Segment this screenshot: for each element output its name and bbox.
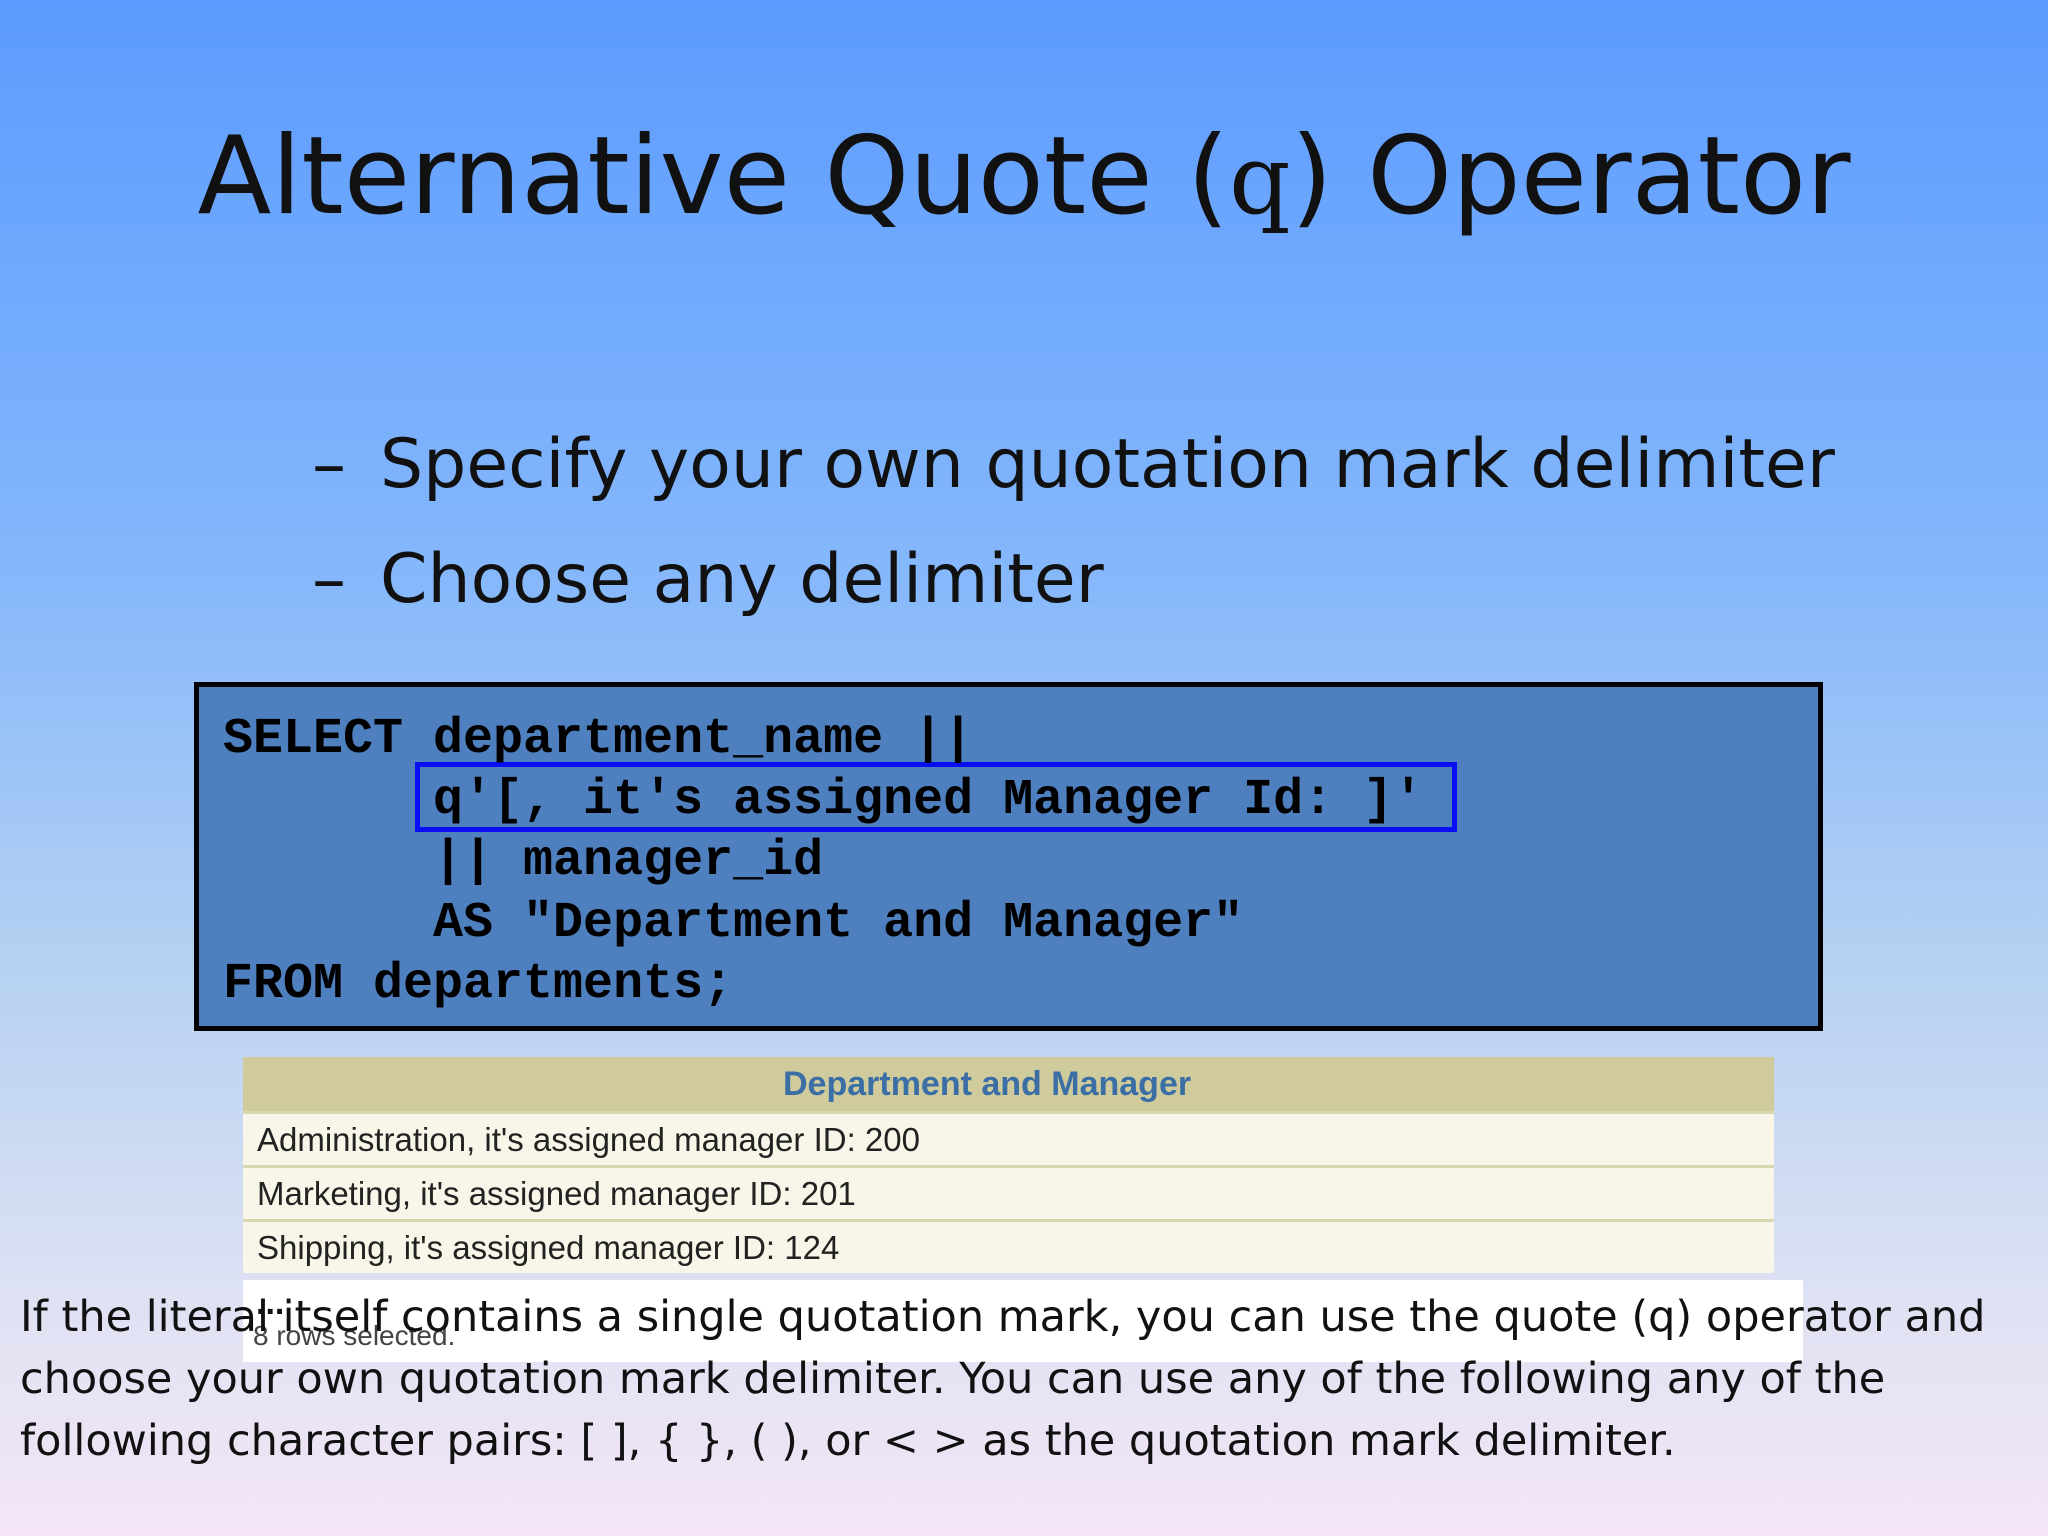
column-header: Department and Manager <box>243 1057 1774 1113</box>
code-line: SELECT department_name || <box>223 711 974 768</box>
bullet-item: – Choose any delimiter <box>312 540 1835 655</box>
sql-code-box: SELECT department_name || q'[, it's assi… <box>194 682 1823 1031</box>
bullet-item: – Specify your own quotation mark delimit… <box>312 425 1835 540</box>
slide-title-q: q <box>1229 124 1291 236</box>
code-line: q'[, it's assigned Manager Id: ]' <box>223 772 1424 829</box>
table-header-row: Department and Manager <box>243 1057 1774 1113</box>
bullet-list: – Specify your own quotation mark delimit… <box>312 425 1835 655</box>
slide-title-before: Alternative Quote ( <box>197 114 1230 239</box>
bullet-text: Choose any delimiter <box>380 540 1104 619</box>
code-line: || manager_id <box>223 833 824 890</box>
code-line: FROM departments; <box>223 956 734 1013</box>
slide-title: Alternative Quote (q) Operator <box>0 117 2048 237</box>
table-cell: Shipping, it's assigned manager ID: 124 <box>243 1219 1774 1273</box>
code-line: AS "Department and Manager" <box>223 895 1244 952</box>
table-row: Shipping, it's assigned manager ID: 124 <box>243 1219 1774 1273</box>
bullet-dash: – <box>312 425 346 504</box>
table-row: Marketing, it's assigned manager ID: 201 <box>243 1165 1774 1221</box>
result-table: Department and Manager Administration, i… <box>243 1057 1774 1273</box>
speaker-note: If the literal itself contains a single … <box>20 1286 2030 1472</box>
note-text: If the literal itself contains a single … <box>20 1292 1986 1466</box>
table-row: Administration, it's assigned manager ID… <box>243 1111 1774 1167</box>
table-cell: Marketing, it's assigned manager ID: 201 <box>243 1165 1774 1221</box>
slide-title-after: ) Operator <box>1290 114 1851 239</box>
bullet-text: Specify your own quotation mark delimite… <box>380 425 1835 504</box>
table-cell: Administration, it's assigned manager ID… <box>243 1111 1774 1167</box>
bullet-dash: – <box>312 540 346 619</box>
